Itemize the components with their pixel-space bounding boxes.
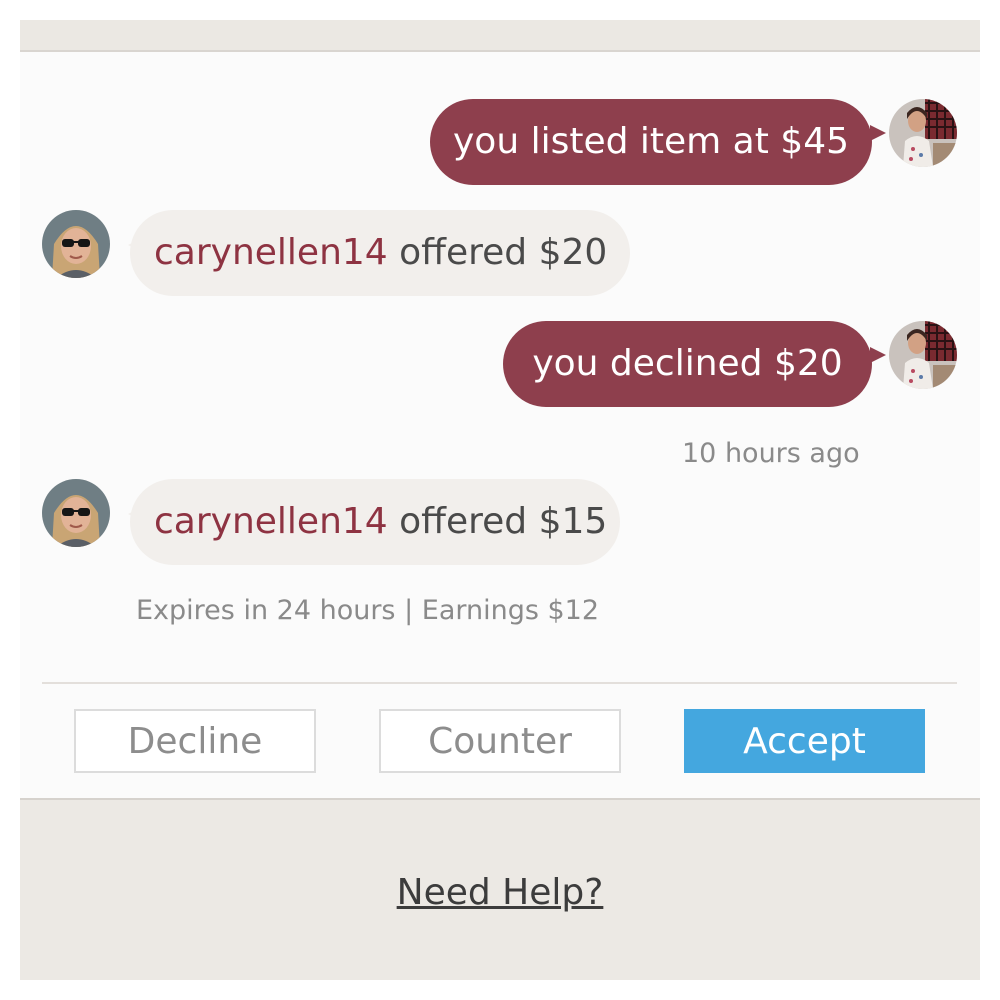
seller-avatar-icon — [889, 99, 957, 167]
buyer-avatar-icon — [42, 479, 110, 547]
divider — [42, 682, 957, 684]
buyer-username-link[interactable]: carynellen14 — [154, 501, 388, 542]
offer-expiry-earnings: Expires in 24 hours | Earnings $12 — [136, 595, 600, 626]
message-text: you declined $20 — [532, 343, 843, 384]
incoming-message-bubble: carynellen14 offered $20 — [130, 210, 630, 296]
seller-avatar[interactable] — [889, 99, 957, 167]
offer-thread-panel: you listed item at $45 carynellen14 offe… — [20, 52, 980, 800]
message-timestamp: 10 hours ago — [682, 438, 860, 469]
incoming-message-bubble: carynellen14 offered $15 — [130, 479, 620, 565]
offer-screen: you listed item at $45 carynellen14 offe… — [20, 20, 980, 980]
decline-button[interactable]: Decline — [74, 709, 316, 773]
bubble-tail — [870, 347, 886, 363]
buyer-avatar-icon — [42, 210, 110, 278]
help-footer: Need Help? — [20, 872, 980, 913]
seller-avatar-icon — [889, 321, 957, 389]
message-text: offered $15 — [387, 501, 608, 542]
outgoing-message-bubble: you declined $20 — [503, 321, 872, 407]
outgoing-message-bubble: you listed item at $45 — [430, 99, 872, 185]
top-strip — [20, 20, 980, 52]
buyer-avatar[interactable] — [42, 479, 110, 547]
accept-button[interactable]: Accept — [684, 709, 925, 773]
seller-avatar[interactable] — [889, 321, 957, 389]
message-text: offered $20 — [387, 232, 608, 273]
bubble-tail — [870, 125, 886, 141]
buyer-username-link[interactable]: carynellen14 — [154, 232, 388, 273]
need-help-link[interactable]: Need Help? — [397, 872, 604, 913]
buyer-avatar[interactable] — [42, 210, 110, 278]
counter-button[interactable]: Counter — [379, 709, 621, 773]
message-text: you listed item at $45 — [452, 121, 850, 162]
